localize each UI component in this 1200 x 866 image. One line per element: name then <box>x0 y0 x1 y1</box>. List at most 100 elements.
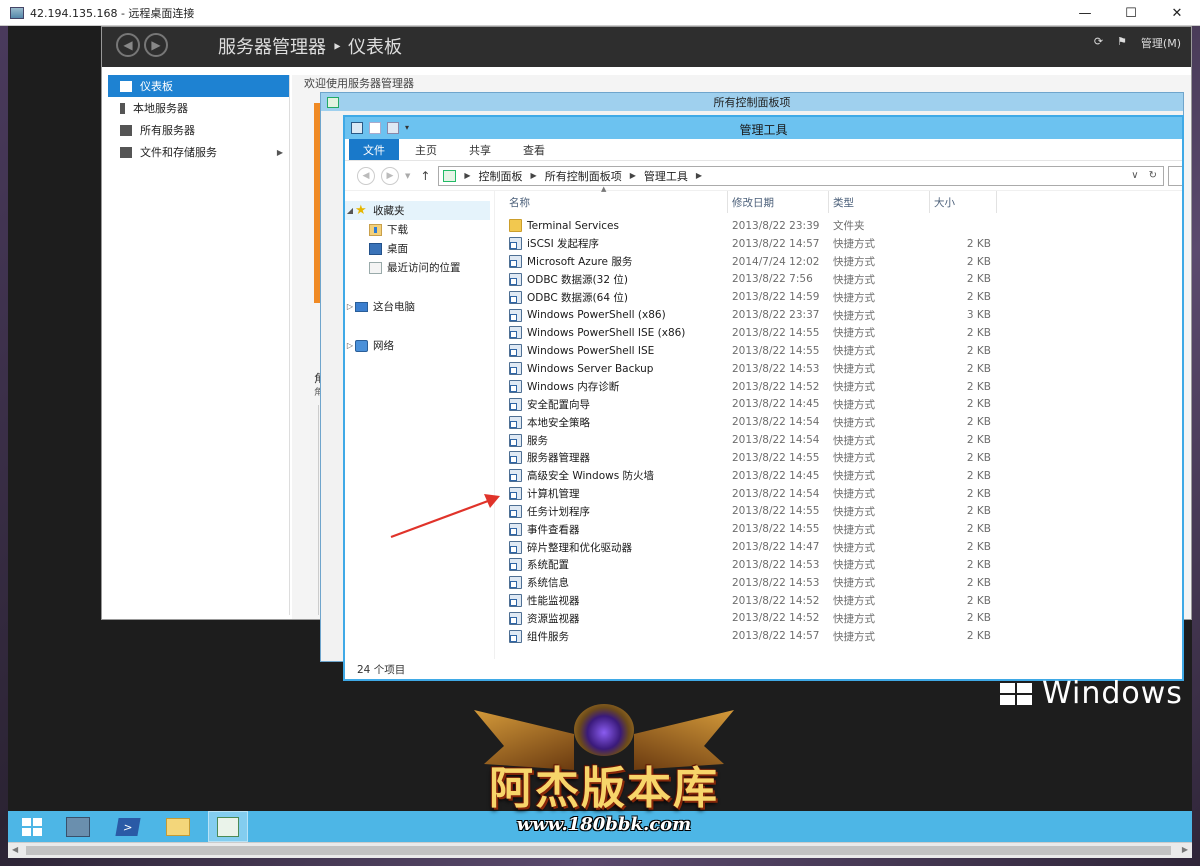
file-name-cell[interactable]: 高级安全 Windows 防火墙 <box>495 468 728 483</box>
nav-recent-places[interactable]: 最近访问的位置 <box>345 258 494 277</box>
file-row[interactable]: Windows 内存诊断 2013/8/22 14:52 快捷方式 2 KB <box>495 378 1182 396</box>
file-name-cell[interactable]: Microsoft Azure 服务 <box>495 254 728 269</box>
file-row[interactable]: 服务 2013/8/22 14:54 快捷方式 2 KB <box>495 431 1182 449</box>
file-row[interactable]: Windows Server Backup 2013/8/22 14:53 快捷方式… <box>495 360 1182 378</box>
breadcrumb-all-items[interactable]: 所有控制面板项 <box>545 168 622 184</box>
file-row[interactable]: 碎片整理和优化驱动器 2013/8/22 14:47 快捷方式 2 KB <box>495 538 1182 556</box>
file-name-cell[interactable]: 计算机管理 <box>495 486 728 501</box>
manage-menu[interactable]: 管理(M) <box>1141 35 1181 51</box>
column-header-date[interactable]: 修改日期 <box>728 191 829 213</box>
file-row[interactable]: 事件查看器 2013/8/22 14:55 快捷方式 2 KB <box>495 520 1182 538</box>
file-name-cell[interactable]: Windows 内存诊断 <box>495 379 728 394</box>
taskbar-file-explorer[interactable] <box>158 811 198 842</box>
rdp-horizontal-scrollbar[interactable]: ◀ ▶ <box>8 842 1192 858</box>
file-name-cell[interactable]: Windows PowerShell ISE (x86) <box>495 326 728 340</box>
file-name-cell[interactable]: 安全配置向导 <box>495 397 728 412</box>
sidebar-item-file-storage[interactable]: 文件和存储服务 ▶ <box>108 141 289 163</box>
chevron-right-icon[interactable]: ▶ <box>696 171 702 180</box>
file-row[interactable]: iSCSI 发起程序 2013/8/22 14:57 快捷方式 2 KB <box>495 235 1182 253</box>
file-name-cell[interactable]: 任务计划程序 <box>495 504 728 519</box>
file-name-cell[interactable]: iSCSI 发起程序 <box>495 236 728 251</box>
scroll-left-icon[interactable]: ◀ <box>12 845 18 854</box>
start-button[interactable] <box>8 811 48 842</box>
close-button[interactable]: ✕ <box>1154 0 1200 26</box>
file-row[interactable]: Windows PowerShell (x86) 2013/8/22 23:37 快… <box>495 306 1182 324</box>
chevron-right-icon[interactable]: ▶ <box>531 171 537 180</box>
file-name-cell[interactable]: 系统配置 <box>495 557 728 572</box>
back-button[interactable]: ◀ <box>357 166 375 185</box>
explorer-titlebar[interactable]: ▾ 管理工具 <box>345 117 1182 139</box>
customize-dropdown-icon[interactable]: ▾ <box>405 124 413 132</box>
sidebar-item-dashboard[interactable]: 仪表板 <box>108 75 289 97</box>
tab-share[interactable]: 共享 <box>453 139 507 160</box>
expand-arrow-icon[interactable]: ▶ <box>277 148 283 157</box>
file-row[interactable]: 任务计划程序 2013/8/22 14:55 快捷方式 2 KB <box>495 503 1182 521</box>
nav-downloads[interactable]: 下载 <box>345 220 494 239</box>
collapsed-triangle-icon[interactable]: ▷ <box>345 302 355 311</box>
file-row[interactable]: 系统配置 2013/8/22 14:53 快捷方式 2 KB <box>495 556 1182 574</box>
file-name-cell[interactable]: 服务器管理器 <box>495 450 728 465</box>
file-name-cell[interactable]: 组件服务 <box>495 629 728 644</box>
flag-icon[interactable]: ⚑ <box>1117 35 1127 51</box>
refresh-icon[interactable]: ↻ <box>1149 170 1157 181</box>
file-name-cell[interactable]: Windows PowerShell ISE <box>495 344 728 358</box>
file-name-cell[interactable]: Windows PowerShell (x86) <box>495 308 728 322</box>
collapsed-triangle-icon[interactable]: ▷ <box>345 341 355 350</box>
file-row[interactable]: Terminal Services 2013/8/22 23:39 文件夹 <box>495 217 1182 235</box>
minimize-button[interactable]: — <box>1062 0 1108 26</box>
file-name-cell[interactable]: 性能监视器 <box>495 593 728 608</box>
file-row[interactable]: 本地安全策略 2013/8/22 14:54 快捷方式 2 KB <box>495 413 1182 431</box>
file-row[interactable]: Windows PowerShell ISE (x86) 2013/8/22 14… <box>495 324 1182 342</box>
forward-arrow-icon[interactable]: ▶ <box>144 33 168 57</box>
control-panel-titlebar[interactable]: 所有控制面板项 <box>321 93 1183 111</box>
column-header-name[interactable]: 名称 <box>495 191 728 213</box>
chevron-right-icon[interactable]: ▶ <box>464 171 470 180</box>
chevron-down-icon[interactable]: ∨ <box>1131 170 1138 181</box>
file-name-cell[interactable]: Terminal Services <box>495 219 728 233</box>
file-row[interactable]: 高级安全 Windows 防火墙 2013/8/22 14:45 快捷方式 2 KB <box>495 467 1182 485</box>
file-row[interactable]: 安全配置向导 2013/8/22 14:45 快捷方式 2 KB <box>495 395 1182 413</box>
file-name-cell[interactable]: Windows Server Backup <box>495 362 728 376</box>
file-row[interactable]: 服务器管理器 2013/8/22 14:55 快捷方式 2 KB <box>495 449 1182 467</box>
file-name-cell[interactable]: ODBC 数据源(64 位) <box>495 290 728 305</box>
forward-button[interactable]: ▶ <box>380 166 399 185</box>
back-arrow-icon[interactable]: ◀ <box>116 33 140 57</box>
new-folder-icon[interactable] <box>387 122 399 134</box>
rdp-titlebar[interactable]: 42.194.135.168 - 远程桌面连接 — ☐ ✕ <box>0 0 1200 26</box>
recent-locations-dropdown-icon[interactable]: ▼ <box>405 172 410 180</box>
file-row[interactable]: Windows PowerShell ISE 2013/8/22 14:55 快捷方… <box>495 342 1182 360</box>
tab-view[interactable]: 查看 <box>507 139 561 160</box>
file-row[interactable]: 资源监视器 2013/8/22 14:52 快捷方式 2 KB <box>495 610 1182 628</box>
taskbar-control-panel[interactable] <box>208 811 248 842</box>
file-name-cell[interactable]: 本地安全策略 <box>495 415 728 430</box>
file-name-cell[interactable]: ODBC 数据源(32 位) <box>495 272 728 287</box>
file-name-cell[interactable]: 系统信息 <box>495 575 728 590</box>
file-row[interactable]: 计算机管理 2013/8/22 14:54 快捷方式 2 KB <box>495 485 1182 503</box>
file-row[interactable]: 系统信息 2013/8/22 14:53 快捷方式 2 KB <box>495 574 1182 592</box>
nav-desktop[interactable]: 桌面 <box>345 239 494 258</box>
file-row[interactable]: 性能监视器 2013/8/22 14:52 快捷方式 2 KB <box>495 592 1182 610</box>
chevron-right-icon[interactable]: ▶ <box>630 171 636 180</box>
address-bar[interactable]: ▶ 控制面板 ▶ 所有控制面板项 ▶ 管理工具 ▶ ∨ ↻ <box>438 165 1165 186</box>
up-arrow-icon[interactable]: ↑ <box>420 169 430 183</box>
nav-this-pc[interactable]: ▷ 这台电脑 <box>345 297 494 316</box>
column-header-size[interactable]: 大小 <box>930 191 997 213</box>
breadcrumb-admin-tools[interactable]: 管理工具 <box>644 168 688 184</box>
expanded-triangle-icon[interactable]: ◢ <box>345 206 355 215</box>
properties-icon[interactable] <box>369 122 381 134</box>
tab-home[interactable]: 主页 <box>399 139 453 160</box>
taskbar-server-manager[interactable] <box>58 811 98 842</box>
scroll-right-icon[interactable]: ▶ <box>1182 845 1188 854</box>
file-row[interactable]: ODBC 数据源(32 位) 2013/8/22 7:56 快捷方式 2 KB <box>495 271 1182 289</box>
file-row[interactable]: Microsoft Azure 服务 2014/7/24 12:02 快捷方式 2 K… <box>495 253 1182 271</box>
breadcrumb-control-panel[interactable]: 控制面板 <box>479 168 523 184</box>
file-row[interactable]: ODBC 数据源(64 位) 2013/8/22 14:59 快捷方式 2 KB <box>495 288 1182 306</box>
sidebar-item-all-servers[interactable]: 所有服务器 <box>108 119 289 141</box>
taskbar-powershell[interactable]: > <box>108 811 148 842</box>
nav-network[interactable]: ▷ 网络 <box>345 336 494 355</box>
maximize-button[interactable]: ☐ <box>1108 0 1154 26</box>
sidebar-item-local-server[interactable]: 本地服务器 <box>108 97 289 119</box>
search-input[interactable] <box>1168 165 1182 186</box>
refresh-icon[interactable]: ⟳ <box>1094 35 1103 51</box>
file-name-cell[interactable]: 事件查看器 <box>495 522 728 537</box>
